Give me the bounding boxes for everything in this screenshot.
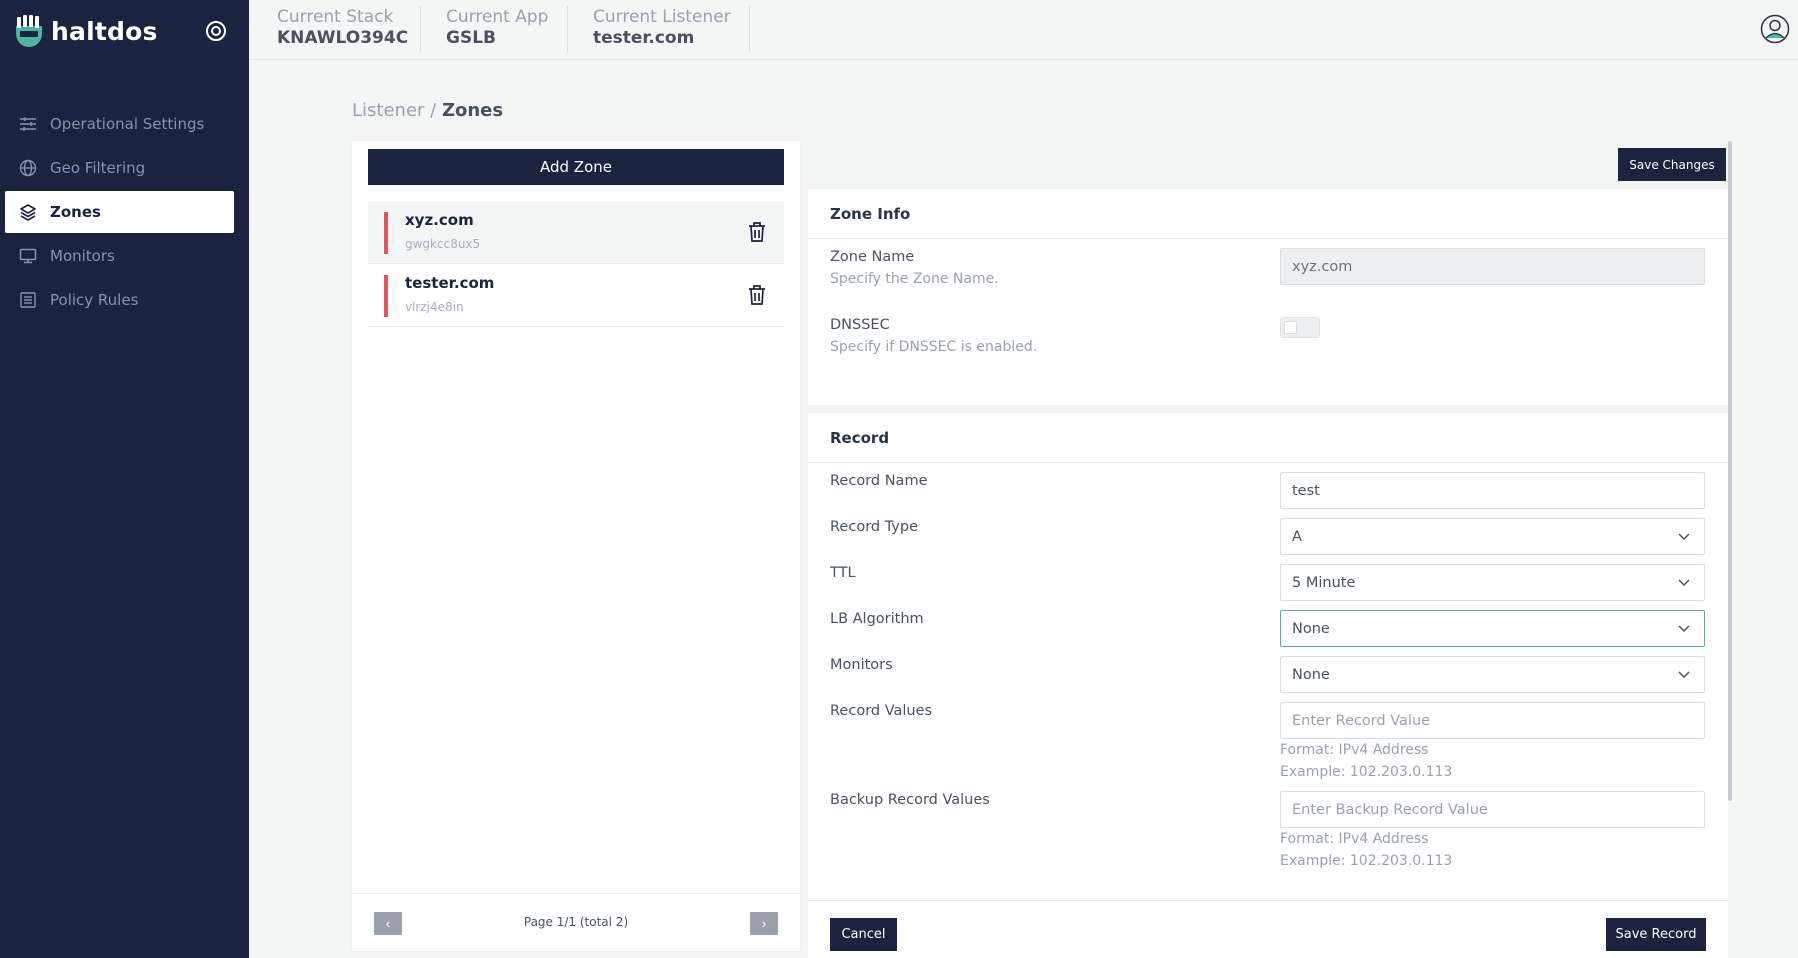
record-name-input[interactable]: test bbox=[1280, 472, 1705, 509]
record-type-value: A bbox=[1292, 528, 1302, 545]
zone-id: gwgkcc8ux5 bbox=[405, 237, 481, 251]
zone-name-label: Zone Name bbox=[830, 249, 915, 265]
sliders-icon bbox=[20, 117, 36, 131]
zone-info-card: Zone Info Zone Name Specify the Zone Nam… bbox=[808, 189, 1728, 405]
chevron-down-icon bbox=[1678, 624, 1690, 632]
current-listener[interactable]: Current Listener tester.com bbox=[593, 0, 731, 52]
lb-algorithm-label: LB Algorithm bbox=[830, 611, 924, 627]
save-changes-button[interactable]: Save Changes bbox=[1618, 148, 1726, 181]
current-listener-value: tester.com bbox=[593, 28, 695, 48]
divider bbox=[749, 6, 750, 52]
record-name-label: Record Name bbox=[830, 473, 928, 489]
backup-record-values-format: Format: IPv4 Address bbox=[1280, 831, 1429, 847]
backup-record-values-input[interactable]: Enter Backup Record Value bbox=[1280, 791, 1705, 828]
record-values-input[interactable]: Enter Record Value bbox=[1280, 702, 1705, 739]
save-record-button[interactable]: Save Record bbox=[1606, 918, 1706, 951]
zone-name-help: Specify the Zone Name. bbox=[830, 271, 999, 287]
record-values-label: Record Values bbox=[830, 703, 933, 719]
zone-name: tester.com bbox=[405, 274, 495, 292]
sidebar: haltdos Operational Settings Geo Filteri… bbox=[0, 0, 249, 958]
sidebar-item-policy-rules[interactable]: Policy Rules bbox=[5, 279, 234, 321]
record-card: Record Record Name test Record Type A TT… bbox=[808, 413, 1728, 900]
record-type-label: Record Type bbox=[830, 519, 919, 535]
divider bbox=[420, 6, 421, 52]
toggle-knob bbox=[1284, 321, 1297, 334]
zone-marker bbox=[384, 212, 388, 254]
zone-name: xyz.com bbox=[405, 211, 474, 229]
zone-name-field[interactable]: xyz.com bbox=[1280, 248, 1705, 285]
record-actions: Cancel Save Record bbox=[808, 900, 1728, 958]
sidebar-nav: Operational Settings Geo Filtering Zones bbox=[5, 103, 234, 323]
dnssec-label: DNSSEC bbox=[830, 317, 890, 333]
monitors-select[interactable]: None bbox=[1280, 656, 1705, 693]
pagination: ‹ Page 1/1 (total 2) › bbox=[352, 893, 800, 951]
record-type-select[interactable]: A bbox=[1280, 518, 1705, 555]
breadcrumb-parent[interactable]: Listener bbox=[352, 100, 424, 121]
sidebar-item-label: Monitors bbox=[50, 247, 115, 265]
current-app[interactable]: Current App GSLB bbox=[446, 0, 548, 52]
zone-info-title: Zone Info bbox=[808, 189, 1728, 239]
current-stack-value: KNAWLO394C bbox=[277, 28, 409, 48]
brand-logo[interactable]: haltdos bbox=[14, 14, 158, 48]
brand-name: haltdos bbox=[51, 16, 158, 46]
sidebar-item-monitors[interactable]: Monitors bbox=[5, 235, 234, 277]
breadcrumb-separator: / bbox=[424, 100, 442, 121]
ttl-label: TTL bbox=[830, 565, 856, 581]
layers-icon bbox=[20, 204, 36, 221]
record-values-example: Example: 102.203.0.113 bbox=[1280, 764, 1453, 780]
dnssec-toggle[interactable] bbox=[1280, 317, 1320, 338]
target-icon[interactable] bbox=[205, 20, 227, 42]
dnssec-help: Specify if DNSSEC is enabled. bbox=[830, 339, 1038, 355]
current-app-value: GSLB bbox=[446, 28, 496, 48]
cancel-button[interactable]: Cancel bbox=[830, 918, 897, 951]
zone-list-item[interactable]: xyz.com gwgkcc8ux5 bbox=[368, 201, 784, 264]
trash-icon[interactable] bbox=[748, 284, 766, 306]
current-stack[interactable]: Current Stack KNAWLO394C bbox=[277, 0, 408, 52]
sidebar-item-operational-settings[interactable]: Operational Settings bbox=[5, 103, 234, 145]
breadcrumb: Listener / Zones bbox=[352, 100, 503, 121]
ttl-value: 5 Minute bbox=[1292, 574, 1356, 591]
record-title: Record bbox=[808, 413, 1728, 463]
chevron-down-icon bbox=[1678, 578, 1690, 586]
zone-id: vlrzj4e8in bbox=[405, 300, 464, 314]
breadcrumb-current: Zones bbox=[441, 100, 504, 121]
zone-list-item[interactable]: tester.com vlrzj4e8in bbox=[368, 264, 784, 327]
next-page-button[interactable]: › bbox=[750, 912, 778, 935]
sidebar-item-label: Policy Rules bbox=[50, 291, 139, 309]
sidebar-item-label: Zones bbox=[50, 203, 101, 221]
chevron-down-icon bbox=[1678, 670, 1690, 678]
haltdos-logo-icon bbox=[16, 15, 42, 47]
monitors-value: None bbox=[1292, 666, 1330, 683]
current-listener-label: Current Listener bbox=[593, 7, 731, 27]
chevron-down-icon bbox=[1678, 532, 1690, 540]
backup-record-values-example: Example: 102.203.0.113 bbox=[1280, 853, 1453, 869]
monitors-label: Monitors bbox=[830, 657, 893, 673]
current-stack-label: Current Stack bbox=[277, 7, 394, 27]
top-bar: Current Stack KNAWLO394C Current App GSL… bbox=[249, 0, 1798, 60]
zone-list: xyz.com gwgkcc8ux5 tester.com vlrzj4e8in bbox=[368, 201, 784, 327]
sidebar-item-zones[interactable]: Zones bbox=[5, 191, 234, 233]
monitor-icon bbox=[19, 248, 37, 264]
zone-marker bbox=[384, 275, 388, 317]
globe-icon bbox=[19, 159, 37, 177]
trash-icon[interactable] bbox=[748, 221, 766, 243]
divider bbox=[567, 6, 568, 52]
sidebar-item-geo-filtering[interactable]: Geo Filtering bbox=[5, 147, 234, 189]
zone-list-panel: Add Zone xyz.com gwgkcc8ux5 tester.com v… bbox=[352, 141, 800, 951]
sidebar-item-label: Operational Settings bbox=[50, 115, 205, 133]
sidebar-item-label: Geo Filtering bbox=[50, 159, 146, 177]
lb-algorithm-select[interactable]: None bbox=[1280, 610, 1705, 647]
record-values-format: Format: IPv4 Address bbox=[1280, 742, 1429, 758]
backup-record-values-label: Backup Record Values bbox=[830, 792, 990, 808]
scrollbar[interactable] bbox=[1728, 141, 1732, 801]
page-indicator: Page 1/1 (total 2) bbox=[523, 915, 629, 929]
list-icon bbox=[20, 292, 36, 308]
user-avatar-icon[interactable] bbox=[1760, 14, 1790, 44]
lb-algorithm-value: None bbox=[1292, 620, 1330, 637]
current-app-label: Current App bbox=[446, 7, 549, 27]
add-zone-button[interactable]: Add Zone bbox=[368, 149, 784, 185]
ttl-select[interactable]: 5 Minute bbox=[1280, 564, 1705, 601]
